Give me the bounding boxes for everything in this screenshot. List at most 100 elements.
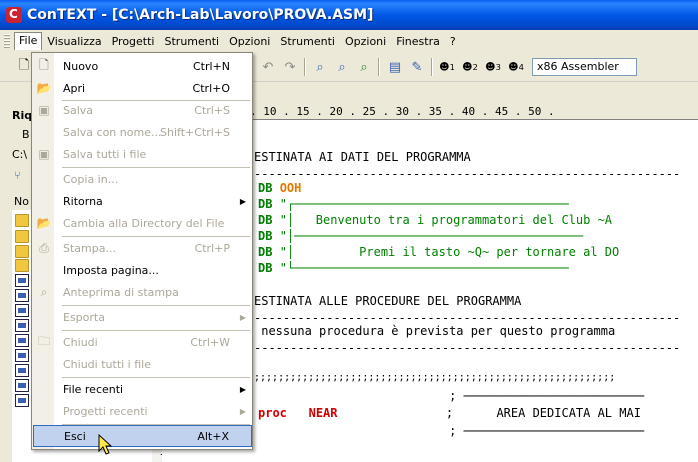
folder-icon[interactable] xyxy=(15,259,29,272)
tools-icon[interactable]: ✎ xyxy=(407,58,427,76)
menu-item-imposta-pagina[interactable]: Imposta pagina... xyxy=(33,259,252,281)
tree-icon[interactable]: ⑂ xyxy=(14,169,21,182)
menu-item-label: Esporta xyxy=(63,310,105,324)
column-header-name[interactable]: No xyxy=(14,195,29,208)
file-icon[interactable] xyxy=(15,394,29,407)
app-window: ConTEXT - [C:\Arch-Lab\Lavoro\PROVA.ASM]… xyxy=(0,0,698,462)
menu-strumenti-2[interactable]: Strumenti xyxy=(275,33,340,50)
folder-icon[interactable] xyxy=(15,230,29,243)
folder-icon[interactable] xyxy=(15,245,29,258)
drive-letter[interactable]: B xyxy=(22,128,30,141)
title-bar[interactable]: ConTEXT - [C:\Arch-Lab\Lavoro\PROVA.ASM] xyxy=(0,0,698,30)
context-app-icon[interactable] xyxy=(6,7,22,23)
menu-item-nuovo[interactable]: 🗋 Nuovo Ctrl+N xyxy=(33,55,252,77)
menu-item-stampa[interactable]: ⎙ Stampa... Ctrl+P xyxy=(33,237,252,259)
number-literal: OOH xyxy=(279,181,302,195)
file-icon[interactable] xyxy=(15,364,29,377)
menu-item-shortcut: Shift+Ctrl+S xyxy=(160,125,230,139)
menu-progetti[interactable]: Progetti xyxy=(107,33,160,50)
user-tool-2-label: 2 xyxy=(472,62,478,72)
db-keyword: DB xyxy=(258,229,273,243)
file-icon[interactable] xyxy=(15,274,29,287)
menu-opzioni[interactable]: Opzioni xyxy=(224,33,275,50)
menu-item-cambia-directory[interactable]: 📂 Cambia alla Directory del File xyxy=(33,212,252,234)
find-icon[interactable]: ⌕ xyxy=(310,58,330,76)
menu-item-esporta[interactable]: Esporta ▶ xyxy=(33,306,252,328)
menu-item-label: Salva xyxy=(63,103,94,117)
menu-item-chiudi-tutti[interactable]: Chiudi tutti i file xyxy=(33,353,252,375)
open-folder-icon: 📂 xyxy=(36,81,52,95)
menu-item-label: Salva con nome... xyxy=(63,125,162,139)
redo-icon[interactable]: ↷ xyxy=(280,58,300,76)
menu-item-shortcut: Ctrl+O xyxy=(192,81,230,95)
code-line: proc NEAR ; AREA DEDICATA AL MAI xyxy=(258,405,641,421)
file-icon[interactable] xyxy=(15,349,29,362)
file-icon[interactable] xyxy=(15,334,29,347)
menu-item-label: Apri xyxy=(63,81,86,95)
string-literal: "└────────────────────────────────────── xyxy=(279,261,569,275)
menu-item-progetti-recenti[interactable]: Progetti recenti ▶ xyxy=(33,400,252,422)
menu-item-shortcut: Ctrl+W xyxy=(190,335,230,349)
menu-opzioni-2[interactable]: Opzioni xyxy=(340,33,391,50)
new-file-icon: 🗋 xyxy=(39,57,49,72)
menu-item-label: Copia in... xyxy=(63,172,119,186)
menubar-grip[interactable] xyxy=(4,34,10,48)
menu-item-salva-tutti[interactable]: ▣ Salva tutti i file xyxy=(33,143,252,165)
menu-item-esci[interactable]: Esci Alt+X xyxy=(33,425,252,447)
menu-item-label: Nuovo xyxy=(63,59,99,73)
menu-file[interactable]: File xyxy=(14,32,43,50)
menu-bar: File Visualizza Progetti Strumenti Opzio… xyxy=(0,30,698,52)
code-line: ;;;;;;;;;;;;;;;;;;;;;;;;;;;;;;;;;;;;;;;;… xyxy=(254,372,616,383)
menu-item-label: Chiudi tutti i file xyxy=(63,357,151,371)
menu-help[interactable]: ? xyxy=(445,33,461,50)
file-icon[interactable] xyxy=(15,289,29,302)
string-literal: "│ Benvenuto tra i programmatori del Clu… xyxy=(279,213,613,227)
code-line: ESTINATA AI DATI DEL PROGRAMMA xyxy=(254,150,471,164)
undo-icon[interactable]: ↶ xyxy=(258,58,278,76)
near-keyword: NEAR xyxy=(308,406,338,420)
menu-item-apri[interactable]: 📂 Apri Ctrl+O xyxy=(33,77,252,99)
document-icon[interactable]: ▤ xyxy=(385,58,405,76)
menu-item-anteprima[interactable]: ⌕ Anteprima di stampa xyxy=(33,281,252,303)
menu-item-file-recenti[interactable]: File recenti ▶ xyxy=(33,378,252,400)
code-line: DB "│ Benvenuto tra i programmatori del … xyxy=(258,212,612,228)
printer-icon: ⎙ xyxy=(39,240,49,255)
save-all-icon: ▣ xyxy=(38,147,50,161)
menu-item-label: Progetti recenti xyxy=(63,404,148,418)
code-line: DB "┌───────────────────────────────────… xyxy=(258,196,569,212)
folder-icon: 📂 xyxy=(36,216,52,230)
user-tool-4-icon[interactable]: ☻ 4 xyxy=(506,58,526,76)
menu-visualizza[interactable]: Visualizza xyxy=(42,33,106,50)
menu-strumenti[interactable]: Strumenti xyxy=(160,33,225,50)
find-next-icon[interactable]: ⌕ xyxy=(332,58,352,76)
user-tool-3-label: 3 xyxy=(495,62,501,72)
code-line: ----------------------------------------… xyxy=(254,341,681,355)
user-tool-2-icon[interactable]: ☻ 2 xyxy=(460,58,480,76)
save-icon: ▣ xyxy=(38,103,50,117)
menu-item-label: Anteprima di stampa xyxy=(63,285,179,299)
menu-item-ritorna[interactable]: Ritorna ▶ xyxy=(33,190,252,212)
file-icon[interactable] xyxy=(15,379,29,392)
string-literal: "│──────────────────────────────────────… xyxy=(279,229,584,243)
menu-item-copia-in[interactable]: Copia in... xyxy=(33,168,252,190)
menu-item-chiudi[interactable]: 🗀 Chiudi Ctrl+W xyxy=(33,331,252,353)
window-title: ConTEXT - [C:\Arch-Lab\Lavoro\PROVA.ASM] xyxy=(27,7,374,23)
user-tool-3-icon[interactable]: ☻ 3 xyxy=(483,58,503,76)
code-line: ESTINATA ALLE PROCEDURE DEL PROGRAMMA xyxy=(254,294,522,308)
string-literal: "┌────────────────────────────────────── xyxy=(279,197,569,211)
panel-tab[interactable]: Riq xyxy=(12,109,32,122)
toolbar-separator xyxy=(431,58,432,76)
menu-item-label: Esci xyxy=(64,429,86,443)
language-select[interactable]: x86 Assembler xyxy=(532,58,637,76)
menu-item-salva[interactable]: ▣ Salva Ctrl+S xyxy=(33,99,252,121)
menu-finestra[interactable]: Finestra xyxy=(391,33,445,50)
file-icon[interactable] xyxy=(15,319,29,332)
folder-icon[interactable] xyxy=(15,214,29,227)
user-tool-1-icon[interactable]: ☻ 1 xyxy=(437,58,457,76)
menu-item-salva-con-nome[interactable]: Salva con nome... Shift+Ctrl+S xyxy=(33,121,252,143)
code-line: DB "│───────────────────────────────────… xyxy=(258,228,583,244)
file-icon[interactable] xyxy=(15,304,29,317)
user-tool-1-label: 1 xyxy=(449,62,455,72)
comment-text: ; AREA DEDICATA AL MAI xyxy=(337,406,641,420)
replace-icon[interactable]: ⌕ xyxy=(354,58,374,76)
